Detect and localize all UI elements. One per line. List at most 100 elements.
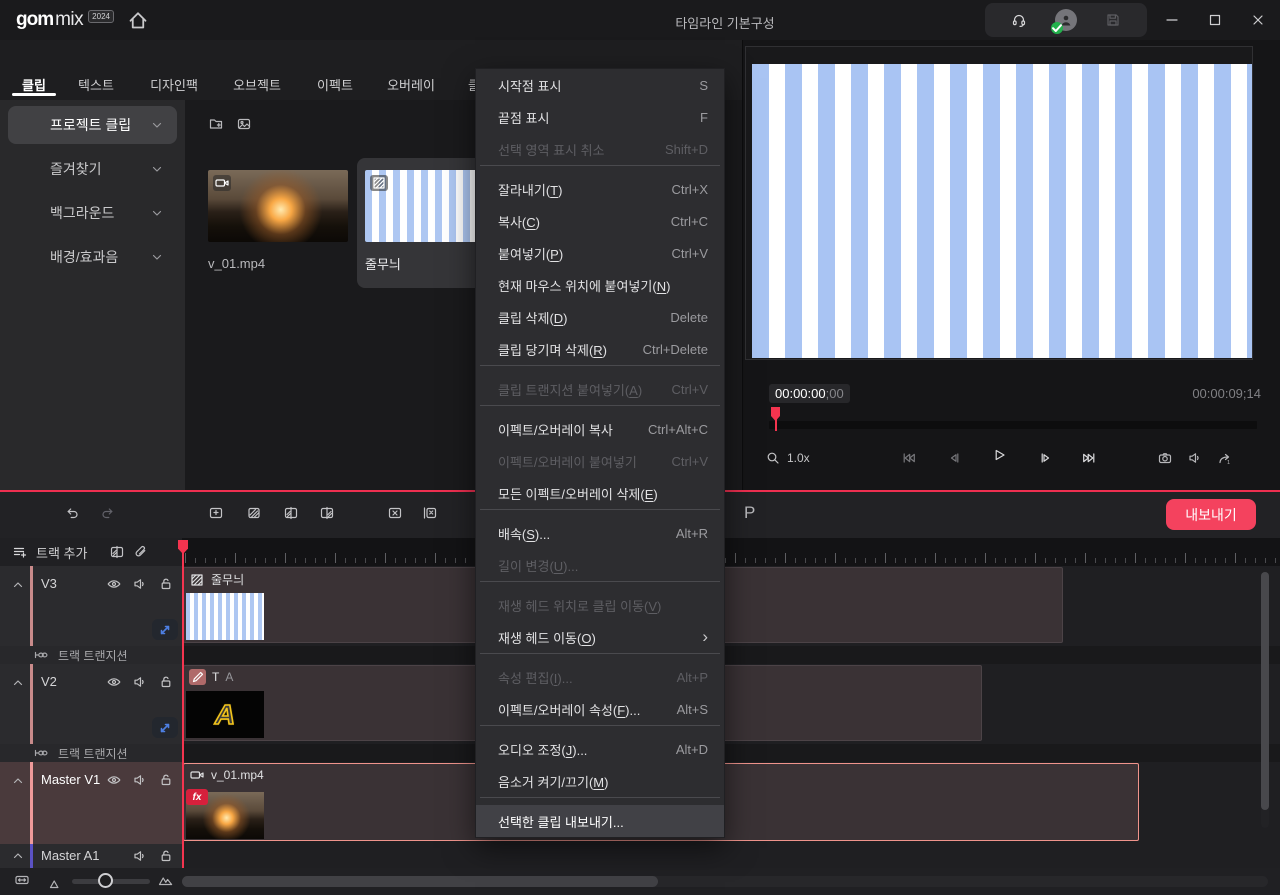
transition-lane[interactable] — [183, 744, 1280, 762]
add-media-icon[interactable] — [236, 116, 252, 132]
track-ma1-lane[interactable] — [183, 844, 1280, 868]
ribbon-tab[interactable]: 클립 — [5, 40, 63, 100]
ripple-delete-button[interactable] — [422, 505, 438, 524]
volume-button[interactable] — [1187, 450, 1203, 466]
context-menu-item[interactable]: 이펙트/오버레이 붙여넣기 Ctrl+V — [476, 445, 724, 477]
context-menu-item[interactable]: 붙여넣기(P) Ctrl+V — [476, 237, 724, 269]
close-button[interactable] — [1236, 0, 1279, 40]
send-frame-button[interactable]: 1 — [1217, 450, 1233, 466]
context-menu-item[interactable]: 현재 마우스 위치에 붙여넣기(N) — [476, 269, 724, 301]
chevron-down-icon[interactable] — [149, 205, 165, 221]
fit-width-button[interactable] — [14, 872, 30, 891]
visibility-icon[interactable] — [106, 674, 122, 690]
marker-tool[interactable]: P — [744, 503, 755, 523]
context-menu-item[interactable]: 선택 영역 표시 취소 Shift+D — [476, 133, 724, 165]
home-icon[interactable] — [126, 8, 150, 32]
save-icon[interactable] — [1105, 12, 1121, 28]
context-menu-item[interactable]: 이펙트/오버레이 속성(F)... Alt+S — [476, 693, 724, 725]
context-menu-item[interactable]: 시작점 표시 S — [476, 69, 724, 101]
visibility-icon[interactable] — [106, 772, 122, 788]
context-menu-item[interactable]: 배속(S)... Alt+R — [476, 517, 724, 549]
track-mv1-lane[interactable]: v_01.mp4 fx — [183, 762, 1280, 844]
lock-icon[interactable] — [158, 576, 174, 592]
preview-zoom[interactable]: 1.0x — [765, 450, 810, 466]
track-motion-button[interactable] — [152, 717, 178, 738]
add-track-label[interactable]: 트랙 추가 — [36, 543, 87, 562]
redo-button[interactable] — [100, 505, 116, 524]
context-menu-item[interactable]: 잘라내기(T) Ctrl+X — [476, 173, 724, 205]
playhead-line[interactable] — [182, 540, 184, 868]
context-menu-item[interactable]: 재생 헤드 이동(O) › — [476, 621, 724, 653]
context-menu-item[interactable]: 이펙트/오버레이 복사 Ctrl+Alt+C — [476, 413, 724, 445]
mute-icon[interactable] — [132, 674, 148, 690]
context-menu-item[interactable]: 클립 삭제(D) Delete — [476, 301, 724, 333]
context-menu-item[interactable]: 끝점 표시 F — [476, 101, 724, 133]
collapse-icon[interactable] — [10, 773, 26, 789]
minimize-button[interactable] — [1150, 0, 1193, 40]
lock-icon[interactable] — [158, 674, 174, 690]
avatar[interactable] — [1055, 9, 1077, 31]
context-menu-item[interactable]: 클립 트랜지션 붙여넣기(A) Ctrl+V — [476, 373, 724, 405]
horizontal-scrollbar[interactable] — [182, 876, 1268, 887]
ribbon-tab[interactable]: 오브젝트 — [222, 40, 292, 100]
mute-icon[interactable] — [132, 848, 148, 864]
add-track-icon[interactable] — [12, 544, 28, 560]
collapse-icon[interactable] — [10, 577, 26, 593]
snap-magnet-icon[interactable] — [133, 544, 149, 560]
context-menu-item[interactable]: 복사(C) Ctrl+C — [476, 205, 724, 237]
insert-clip-button[interactable] — [208, 505, 224, 524]
chevron-down-icon[interactable] — [149, 161, 165, 177]
play-button[interactable] — [991, 447, 1007, 463]
media-card-v01[interactable]: v_01.mp4 — [208, 170, 348, 271]
track-v2-lane[interactable]: T A A — [183, 664, 1280, 744]
context-menu-item[interactable]: 재생 헤드 위치로 클립 이동(V) — [476, 589, 724, 621]
track-header-v3[interactable]: V3 — [0, 566, 182, 646]
delete-clip-button[interactable] — [387, 505, 403, 524]
split-right-button[interactable] — [319, 505, 335, 524]
track-header-v2[interactable]: V2 — [0, 664, 182, 744]
context-menu-item[interactable]: 오디오 조정(J)... Alt+D — [476, 733, 724, 765]
context-menu-item[interactable]: 속성 편집(I)... Alt+P — [476, 661, 724, 693]
insert-mode-icon[interactable] — [109, 544, 125, 560]
seek-bar[interactable] — [769, 421, 1257, 429]
mute-icon[interactable] — [132, 576, 148, 592]
horizontal-scrollbar-thumb[interactable] — [182, 876, 658, 887]
ribbon-tab[interactable]: 이펙트 — [306, 40, 364, 100]
context-menu-item[interactable]: 길이 변경(U)... — [476, 549, 724, 581]
chevron-down-icon[interactable] — [149, 249, 165, 265]
transition-header[interactable]: 트랙 트랜지션 — [0, 646, 182, 664]
support-icon[interactable] — [1011, 12, 1027, 28]
split-left-button[interactable] — [283, 505, 299, 524]
prev-frame-button[interactable] — [947, 450, 963, 466]
add-folder-icon[interactable] — [208, 116, 224, 132]
lock-icon[interactable] — [158, 772, 174, 788]
lock-icon[interactable] — [158, 848, 174, 864]
undo-button[interactable] — [64, 505, 80, 524]
timeline-zoom-handle[interactable] — [98, 873, 113, 888]
sidebar-item[interactable]: 즐겨찾기 — [8, 150, 177, 188]
collapse-icon[interactable] — [10, 848, 26, 864]
track-header-master-a1[interactable]: Master A1 — [0, 844, 182, 868]
zoom-in-icon[interactable] — [158, 872, 174, 891]
transition-header[interactable]: 트랙 트랜지션 — [0, 744, 182, 762]
sidebar-item[interactable]: 백그라운드 — [8, 194, 177, 232]
time-ruler[interactable] — [182, 538, 1280, 566]
track-header-master-v1[interactable]: Master V1 — [0, 762, 182, 844]
transition-lane[interactable] — [183, 646, 1280, 664]
ribbon-tab[interactable]: 텍스트 — [67, 40, 125, 100]
maximize-button[interactable] — [1193, 0, 1236, 40]
vertical-scrollbar-thumb[interactable] — [1261, 572, 1269, 810]
context-menu-item[interactable]: 음소거 켜기/끄기(M) — [476, 765, 724, 797]
snapshot-button[interactable] — [1157, 450, 1173, 466]
vertical-scrollbar[interactable] — [1261, 572, 1269, 828]
visibility-icon[interactable] — [106, 576, 122, 592]
overwrite-clip-button[interactable] — [246, 505, 262, 524]
skip-end-button[interactable] — [1081, 450, 1097, 466]
next-frame-button[interactable] — [1037, 450, 1053, 466]
context-menu-item[interactable]: 모든 이펙트/오버레이 삭제(E) — [476, 477, 724, 509]
context-menu-item[interactable]: 선택한 클립 내보내기... — [476, 805, 724, 837]
track-motion-button[interactable] — [152, 619, 178, 640]
export-button[interactable]: 내보내기 — [1166, 499, 1256, 530]
mute-icon[interactable] — [132, 772, 148, 788]
ribbon-tab[interactable]: 오버레이 — [376, 40, 446, 100]
